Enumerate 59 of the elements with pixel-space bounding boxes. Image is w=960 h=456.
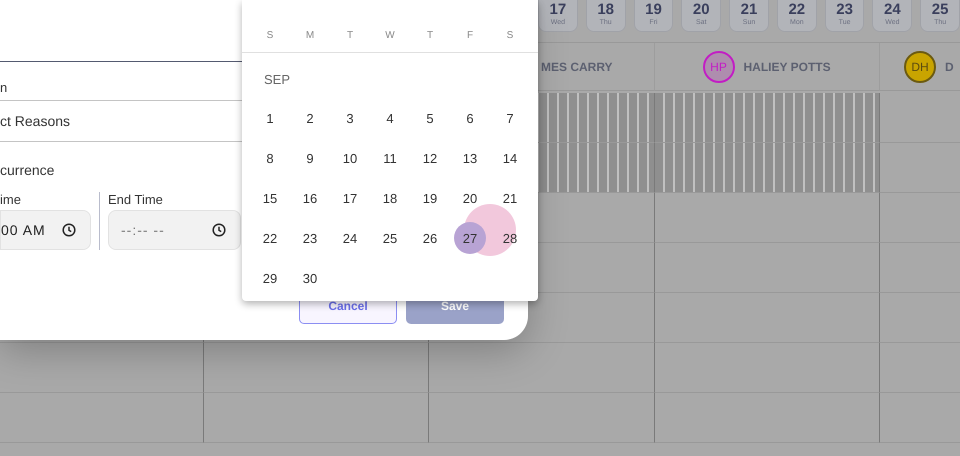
calendar-day[interactable]: 11 <box>374 142 406 174</box>
calendar-day[interactable]: 12 <box>414 142 446 174</box>
end-time-field[interactable]: --:-- -- <box>108 210 241 250</box>
calendar-day[interactable]: 26 <box>414 222 446 254</box>
recurrence-label: currence <box>0 162 54 178</box>
calendar-day[interactable]: 3 <box>334 102 366 134</box>
avatar: HP <box>702 50 734 82</box>
calendar-day[interactable]: 16 <box>294 182 326 214</box>
staff-name: MES CARRY <box>541 60 613 74</box>
calendar-day[interactable]: 1 <box>254 102 286 134</box>
calendar-day[interactable]: 7 <box>494 102 526 134</box>
start-time-field[interactable]: 00 AM <box>0 210 91 250</box>
clock-icon <box>212 223 226 237</box>
calendar-day[interactable]: 22 <box>254 222 286 254</box>
calendar-day[interactable]: 6 <box>454 102 486 134</box>
chip-day: 22 <box>788 1 806 18</box>
calendar-day[interactable]: 9 <box>294 142 326 174</box>
weekday-label: S <box>266 30 274 41</box>
chip-day: 25 <box>932 1 948 18</box>
calendar-day[interactable]: 28 <box>494 222 526 254</box>
staff-name: D <box>945 60 954 74</box>
calendar-day[interactable]: 19 <box>414 182 446 214</box>
chip-day: 23 <box>836 1 853 18</box>
month-label: SEP <box>264 72 290 88</box>
chip-day: 21 <box>740 1 758 18</box>
calendar-day[interactable]: 10 <box>334 142 366 174</box>
calendar-day[interactable]: 13 <box>454 142 486 174</box>
weekday-label: T <box>426 30 434 41</box>
weekday-label: M <box>306 30 314 41</box>
clock-icon <box>62 223 76 237</box>
calendar-day[interactable]: 17 <box>334 182 366 214</box>
field-label: n <box>0 80 8 96</box>
calendar-day[interactable]: 15 <box>254 182 286 214</box>
chip-day: 24 <box>884 1 901 18</box>
calendar-day[interactable]: 23 <box>294 222 326 254</box>
weekday-label: T <box>346 30 354 41</box>
end-time-label: End Time <box>108 192 163 208</box>
calendar-day[interactable]: 27 <box>454 222 486 254</box>
calendar-day[interactable]: 24 <box>334 222 366 254</box>
calendar-day[interactable]: 14 <box>494 142 526 174</box>
start-time-label: ime <box>0 192 21 208</box>
chip-day: 17 <box>550 1 566 18</box>
avatar: DH <box>904 50 936 82</box>
calendar-day[interactable]: 20 <box>454 182 486 214</box>
calendar-day[interactable]: 8 <box>254 142 286 174</box>
staff-name: HALIEY POTTS <box>744 60 831 74</box>
weekday-label: S <box>506 30 514 41</box>
chip-day: 18 <box>597 1 614 18</box>
calendar-day[interactable]: 5 <box>414 102 446 134</box>
calendar-day[interactable]: 25 <box>374 222 406 254</box>
chip-day: 19 <box>645 1 662 18</box>
calendar-day[interactable]: 2 <box>294 102 326 134</box>
calendar-day[interactable]: 4 <box>374 102 406 134</box>
weekday-label: W <box>385 30 395 41</box>
chip-day: 20 <box>692 1 710 18</box>
calendar-day[interactable]: 18 <box>374 182 406 214</box>
calendar-day[interactable]: 29 <box>254 262 286 294</box>
weekday-label: F <box>466 30 474 41</box>
calendar-day[interactable]: 21 <box>494 182 526 214</box>
